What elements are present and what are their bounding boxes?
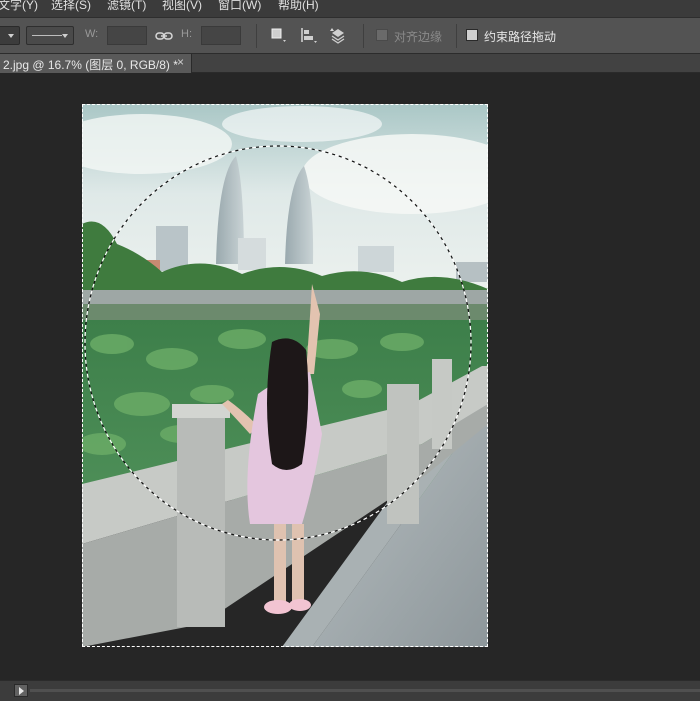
path-alignment-icon[interactable] <box>298 25 320 47</box>
menu-help[interactable]: 帮助(H) <box>278 0 319 13</box>
align-edges-checkbox[interactable] <box>376 29 388 41</box>
align-edges-label: 对齐边缘 <box>394 30 443 44</box>
path-arrangement-icon[interactable] <box>328 25 350 47</box>
menu-text[interactable]: 文字(Y) <box>0 0 38 13</box>
stroke-type-dropdown[interactable] <box>26 26 74 45</box>
menu-select[interactable]: 选择(S) <box>51 0 91 13</box>
status-bar <box>0 680 700 701</box>
menu-window[interactable]: 窗口(W) <box>218 0 261 13</box>
separator <box>363 24 364 48</box>
link-icon[interactable] <box>153 25 175 47</box>
document-tab[interactable]: 2.jpg @ 16.7% (图层 0, RGB/8) * × <box>0 54 192 73</box>
ellipse-path-outline <box>84 145 472 541</box>
canvas-area[interactable] <box>0 73 700 680</box>
constrain-path-checkbox[interactable] <box>466 29 478 41</box>
document-tab-title: 2.jpg @ 16.7% (图层 0, RGB/8) * <box>3 58 178 72</box>
horizontal-scrollbar[interactable] <box>30 689 700 692</box>
tool-mode-dropdown[interactable] <box>0 26 20 45</box>
height-field[interactable] <box>201 26 241 45</box>
constrain-path-label: 约束路径拖动 <box>484 30 557 44</box>
play-icon <box>19 687 24 695</box>
separator <box>256 24 257 48</box>
stroke-line-preview <box>32 35 62 36</box>
menu-bar: 文字(Y) 选择(S) 滤镜(T) 视图(V) 窗口(W) 帮助(H) <box>0 0 700 17</box>
close-icon[interactable]: × <box>177 55 184 69</box>
chevron-down-icon <box>62 34 68 38</box>
width-label: W: <box>85 28 99 40</box>
chevron-down-icon <box>8 34 14 38</box>
separator <box>456 24 457 48</box>
menu-view[interactable]: 视图(V) <box>162 0 202 13</box>
document-tab-bar: 2.jpg @ 16.7% (图层 0, RGB/8) * × <box>0 54 700 73</box>
width-field[interactable] <box>107 26 147 45</box>
height-label: H: <box>181 28 192 40</box>
path-operations-icon[interactable] <box>268 25 290 47</box>
options-bar: W: H: 对齐边缘 约束路径拖动 <box>0 17 700 54</box>
menu-filter[interactable]: 滤镜(T) <box>107 0 146 13</box>
status-play-button[interactable] <box>14 684 28 697</box>
